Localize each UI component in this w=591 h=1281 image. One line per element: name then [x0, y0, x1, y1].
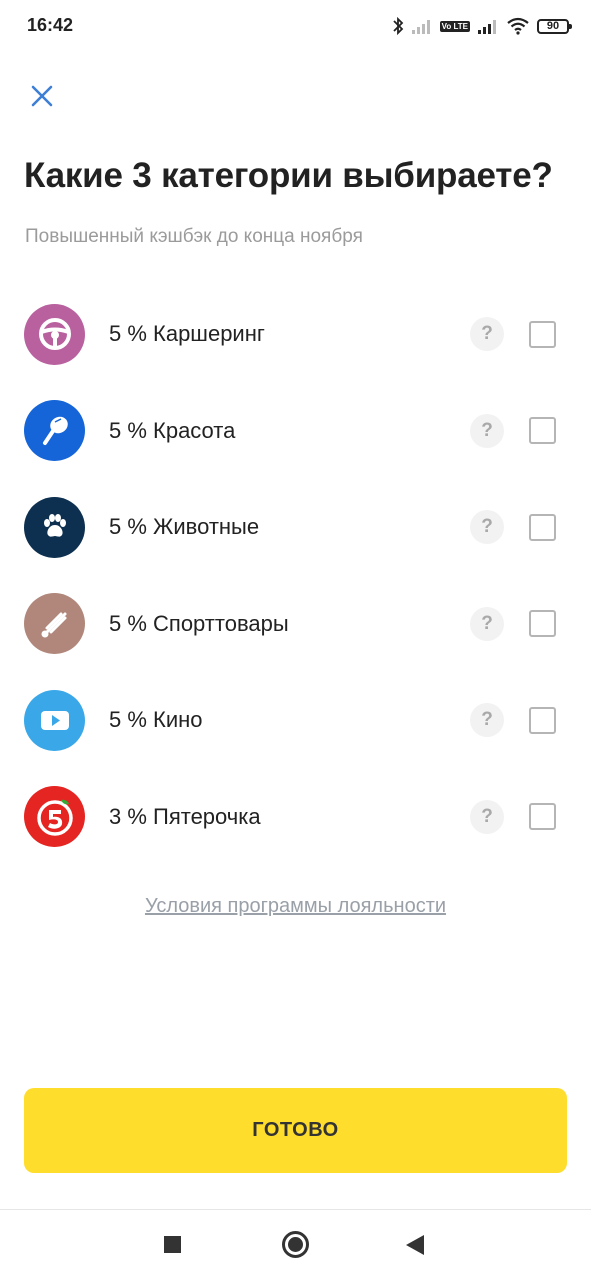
category-row-pyaterochka[interactable]: 3 % Пятерочка ?: [0, 769, 591, 866]
home-icon[interactable]: [282, 1231, 309, 1258]
help-button[interactable]: ?: [470, 413, 504, 448]
loyalty-terms-link[interactable]: Условия программы лояльности: [0, 895, 591, 918]
category-row-sport[interactable]: 5 % Спорттовары ?: [0, 576, 591, 673]
pyaterochka-logo-icon: [36, 799, 73, 836]
status-time: 16:42: [27, 15, 74, 35]
category-icon-circle: [24, 400, 85, 462]
category-icon-circle: [24, 593, 85, 655]
paw-icon: [43, 514, 66, 537]
battery-indicator: 90: [537, 18, 572, 34]
category-label: 5 % Красота: [109, 417, 236, 443]
category-checkbox[interactable]: [529, 706, 556, 734]
category-list: 5 % Каршеринг ? 5 % Красота ? 5 % Животн: [0, 286, 591, 865]
category-row-cinema[interactable]: 5 % Кино ?: [0, 672, 591, 769]
back-icon[interactable]: [406, 1235, 424, 1255]
steering-wheel-icon: [38, 318, 71, 351]
help-button[interactable]: ?: [470, 703, 504, 738]
help-button[interactable]: ?: [470, 799, 504, 834]
close-icon: [31, 85, 53, 107]
page-subtitle: Повышенный кэшбэк до конца ноября: [25, 226, 363, 247]
help-button[interactable]: ?: [470, 317, 504, 352]
beauty-mirror-icon: [42, 416, 68, 445]
wifi-icon: [507, 17, 529, 35]
category-row-animals[interactable]: 5 % Животные ?: [0, 479, 591, 576]
category-icon-circle: [24, 496, 85, 558]
category-label: 3 % Пятерочка: [109, 803, 261, 829]
volte-badge: Vo LTE: [439, 20, 470, 32]
category-checkbox[interactable]: [529, 803, 556, 831]
recents-icon[interactable]: [164, 1236, 181, 1253]
done-button[interactable]: ГОТОВО: [24, 1088, 567, 1173]
category-row-beauty[interactable]: 5 % Красота ?: [0, 383, 591, 480]
signal-icon-2: [478, 20, 496, 34]
play-icon: [40, 711, 69, 731]
close-button[interactable]: [24, 78, 60, 114]
category-label: 5 % Каршеринг: [109, 321, 265, 347]
category-checkbox[interactable]: [529, 610, 556, 638]
help-button[interactable]: ?: [470, 606, 504, 641]
status-bar: 16:42 Vo LTE 90: [0, 0, 591, 52]
page-title: Какие 3 категории выбираете?: [24, 156, 553, 195]
help-button[interactable]: ?: [470, 510, 504, 545]
category-row-carsharing[interactable]: 5 % Каршеринг ?: [0, 286, 591, 383]
battery-level: 90: [546, 20, 560, 32]
shuttlecock-icon: [41, 612, 66, 638]
bluetooth-icon: [392, 16, 403, 36]
category-label: 5 % Животные: [109, 514, 260, 540]
category-label: 5 % Спорттовары: [109, 610, 289, 636]
category-icon-circle: [24, 303, 85, 365]
category-checkbox[interactable]: [529, 320, 556, 348]
category-checkbox[interactable]: [529, 417, 556, 445]
category-icon-circle: [24, 786, 85, 848]
category-label: 5 % Кино: [109, 707, 203, 733]
system-nav-bar: [0, 1209, 591, 1281]
category-icon-circle: [24, 689, 85, 751]
status-icons: Vo LTE 90: [392, 14, 572, 38]
category-checkbox[interactable]: [529, 513, 556, 541]
signal-icon: [411, 20, 430, 34]
